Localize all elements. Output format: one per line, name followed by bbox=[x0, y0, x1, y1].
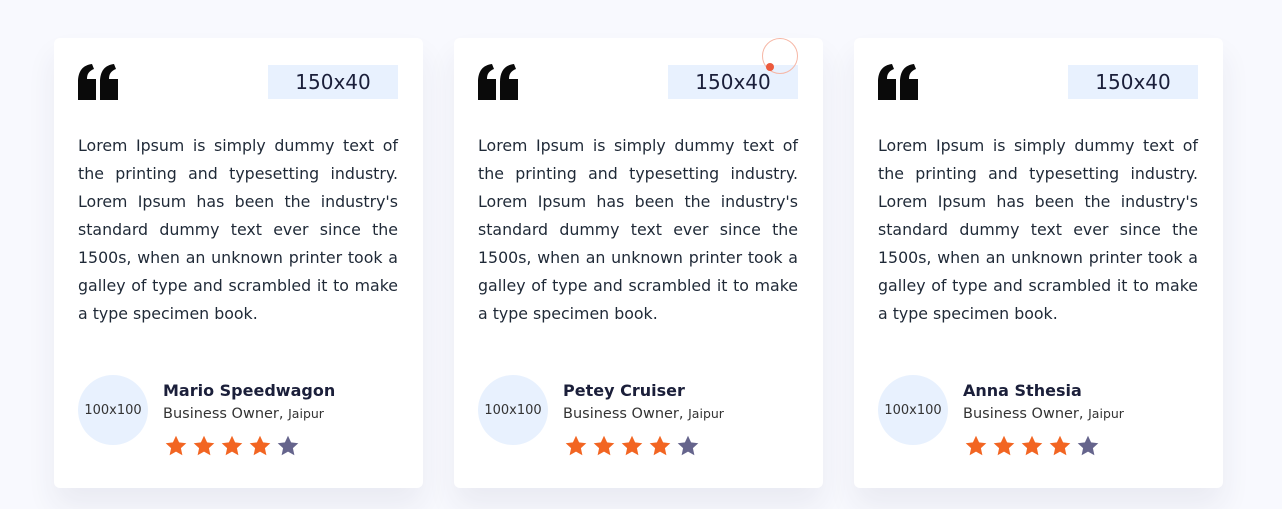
avatar: 100x100 bbox=[878, 375, 948, 445]
author-role: Business Owner, Jaipur bbox=[163, 405, 335, 423]
quote-icon bbox=[478, 64, 518, 100]
star-icon bbox=[1049, 435, 1071, 456]
star-rating bbox=[164, 435, 335, 457]
star-icon bbox=[1021, 435, 1043, 456]
author-role: Business Owner, Jaipur bbox=[563, 405, 724, 423]
author-title: Business Owner, bbox=[563, 406, 684, 422]
author-city: Jaipur bbox=[688, 406, 724, 421]
author-city: Jaipur bbox=[1088, 406, 1124, 421]
author-name: Petey Cruiser bbox=[563, 381, 685, 400]
company-logo-placeholder: 150x40 bbox=[268, 65, 398, 99]
testimonial-card: 150x40 Lorem Ipsum is simply dummy text … bbox=[854, 38, 1223, 488]
star-icon bbox=[677, 435, 699, 456]
star-icon bbox=[993, 435, 1015, 456]
quote-icon bbox=[78, 64, 118, 100]
star-icon bbox=[1077, 435, 1099, 456]
testimonial-card: 150x40 Lorem Ipsum is simply dummy text … bbox=[454, 38, 823, 488]
star-icon bbox=[965, 435, 987, 456]
avatar: 100x100 bbox=[478, 375, 548, 445]
star-icon bbox=[277, 435, 299, 456]
star-icon bbox=[193, 435, 215, 456]
author-role: Business Owner, Jaipur bbox=[963, 405, 1124, 423]
author-title: Business Owner, bbox=[163, 406, 284, 422]
testimonial-author: 100x100 Petey Cruiser Business Owner, Ja… bbox=[478, 375, 724, 457]
star-rating bbox=[964, 435, 1124, 457]
testimonial-author: 100x100 Anna Sthesia Business Owner, Jai… bbox=[878, 375, 1124, 457]
testimonial-list: 150x40 Lorem Ipsum is simply dummy text … bbox=[54, 38, 1223, 488]
author-city: Jaipur bbox=[288, 406, 324, 421]
testimonial-text: Lorem Ipsum is simply dummy text of the … bbox=[478, 136, 798, 323]
star-rating bbox=[564, 435, 724, 457]
star-icon bbox=[649, 435, 671, 456]
testimonial-author: 100x100 Mario Speedwagon Business Owner,… bbox=[78, 375, 335, 457]
quote-icon bbox=[878, 64, 918, 100]
star-icon bbox=[565, 435, 587, 456]
star-icon bbox=[249, 435, 271, 456]
company-logo-placeholder: 150x40 bbox=[1068, 65, 1198, 99]
author-name: Anna Sthesia bbox=[963, 381, 1082, 400]
star-icon bbox=[165, 435, 187, 456]
testimonial-card: 150x40 Lorem Ipsum is simply dummy text … bbox=[54, 38, 423, 488]
star-icon bbox=[593, 435, 615, 456]
testimonial-text: Lorem Ipsum is simply dummy text of the … bbox=[78, 136, 398, 323]
author-name: Mario Speedwagon bbox=[163, 381, 336, 400]
avatar: 100x100 bbox=[78, 375, 148, 445]
star-icon bbox=[221, 435, 243, 456]
cursor-dot bbox=[766, 63, 774, 71]
testimonial-text: Lorem Ipsum is simply dummy text of the … bbox=[878, 136, 1198, 323]
star-icon bbox=[621, 435, 643, 456]
author-title: Business Owner, bbox=[963, 406, 1084, 422]
